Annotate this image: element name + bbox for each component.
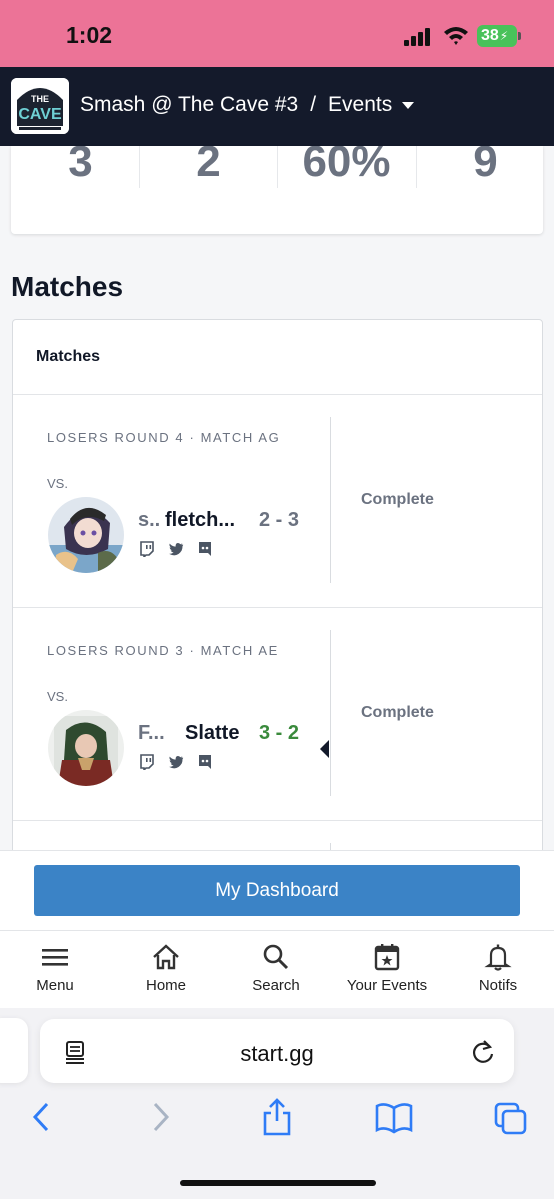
match-score: 3 - 2 <box>259 722 300 744</box>
nav-your-events[interactable]: Your Events <box>337 931 437 1009</box>
match-round: LOSERS ROUND 3 · MATCH AE <box>47 643 279 658</box>
home-indicator[interactable] <box>180 1180 376 1186</box>
winner-indicator-icon <box>320 740 329 758</box>
social-links <box>139 541 213 557</box>
stats-card: 3 2 60% 9 <box>11 146 543 234</box>
nav-label: Menu <box>36 977 74 994</box>
bookmarks-icon[interactable] <box>375 1102 413 1134</box>
nav-label: Notifs <box>478 977 518 994</box>
event-name[interactable]: Smash @ The Cave #3 <box>80 93 298 117</box>
nav-notifs[interactable]: Notifs <box>468 931 528 1009</box>
stat-2: 2 <box>139 146 278 188</box>
menu-icon <box>42 949 68 966</box>
nav-label: Search <box>252 977 300 994</box>
match-divider <box>330 417 331 583</box>
cellular-signal-icon <box>404 28 434 46</box>
header-title[interactable]: Smash @ The Cave #3 / Events <box>80 93 415 117</box>
forward-icon <box>153 1102 170 1132</box>
match-divider <box>330 630 331 796</box>
twitter-icon[interactable] <box>168 754 184 770</box>
tournament-logo[interactable]: THE CAVE <box>11 78 69 134</box>
chevron-down-icon[interactable] <box>402 101 415 109</box>
stat-value: 9 <box>473 146 498 186</box>
nav-home[interactable]: Home <box>131 931 201 1009</box>
svg-text:THE: THE <box>31 94 49 104</box>
matches-heading: Matches <box>11 271 124 302</box>
address-bar[interactable]: start.gg <box>40 1019 514 1083</box>
stat-value: 60% <box>302 146 391 186</box>
discord-icon[interactable] <box>197 754 213 770</box>
vs-label: VS. <box>47 476 68 491</box>
match-round: LOSERS ROUND 4 · MATCH AG <box>47 430 281 445</box>
match-status: Complete <box>361 491 434 508</box>
my-dashboard-button[interactable]: My Dashboard <box>34 865 520 916</box>
player-name[interactable]: fletch... <box>165 509 235 532</box>
bottom-nav: Menu Home Search Your Events Notifs <box>0 930 554 1008</box>
stat-4: 9 <box>416 146 554 188</box>
avatar[interactable] <box>48 710 124 786</box>
matches-card: Matches LOSERS ROUND 4 · MATCH AG VS. s.… <box>12 319 543 879</box>
back-icon[interactable] <box>30 1100 52 1134</box>
nav-search[interactable]: Search <box>241 931 311 1009</box>
player-prefix: s.. <box>138 509 161 531</box>
url-text[interactable]: start.gg <box>40 1041 514 1067</box>
match-score: 2 - 3 <box>259 509 300 531</box>
previous-tab-preview[interactable] <box>0 1018 28 1083</box>
breadcrumb-separator: / <box>310 93 317 116</box>
twitch-icon[interactable] <box>139 754 155 770</box>
tabs-icon[interactable] <box>494 1102 528 1136</box>
calendar-icon <box>374 944 400 971</box>
battery-indicator: 38 ⚡ <box>477 25 517 47</box>
stat-value: 2 <box>196 146 221 186</box>
status-time: 1:02 <box>66 22 113 48</box>
nav-label: Home <box>145 977 186 994</box>
match-row[interactable]: LOSERS ROUND 4 · MATCH AG VS. s.. fletch… <box>13 395 542 608</box>
player-prefix: F... <box>138 722 165 744</box>
svg-text:CAVE: CAVE <box>18 106 62 123</box>
stat-1: 3 <box>11 146 150 188</box>
discord-icon[interactable] <box>197 541 213 557</box>
stat-value: 3 <box>68 146 93 186</box>
battery-cap <box>518 32 521 40</box>
twitter-icon[interactable] <box>168 541 184 557</box>
stat-3: 60% <box>277 146 416 188</box>
match-status: Complete <box>361 704 434 721</box>
reload-icon[interactable] <box>470 1038 496 1066</box>
player-name[interactable]: Slatte <box>185 722 239 745</box>
match-row[interactable]: LOSERS ROUND 3 · MATCH AE VS. F... Slatt… <box>13 608 542 821</box>
battery-level: 38 <box>481 27 499 44</box>
avatar[interactable] <box>48 497 124 573</box>
wifi-icon <box>444 27 468 45</box>
nav-label: Your Events <box>346 977 428 994</box>
social-links <box>139 754 213 770</box>
search-icon <box>263 944 289 970</box>
bell-icon <box>484 944 512 971</box>
nav-menu[interactable]: Menu <box>20 931 90 1009</box>
home-icon <box>153 944 179 970</box>
matches-card-title: Matches <box>13 320 542 395</box>
vs-label: VS. <box>47 689 68 704</box>
share-icon[interactable] <box>261 1097 293 1137</box>
twitch-icon[interactable] <box>139 541 155 557</box>
section-dropdown[interactable]: Events <box>328 93 392 117</box>
